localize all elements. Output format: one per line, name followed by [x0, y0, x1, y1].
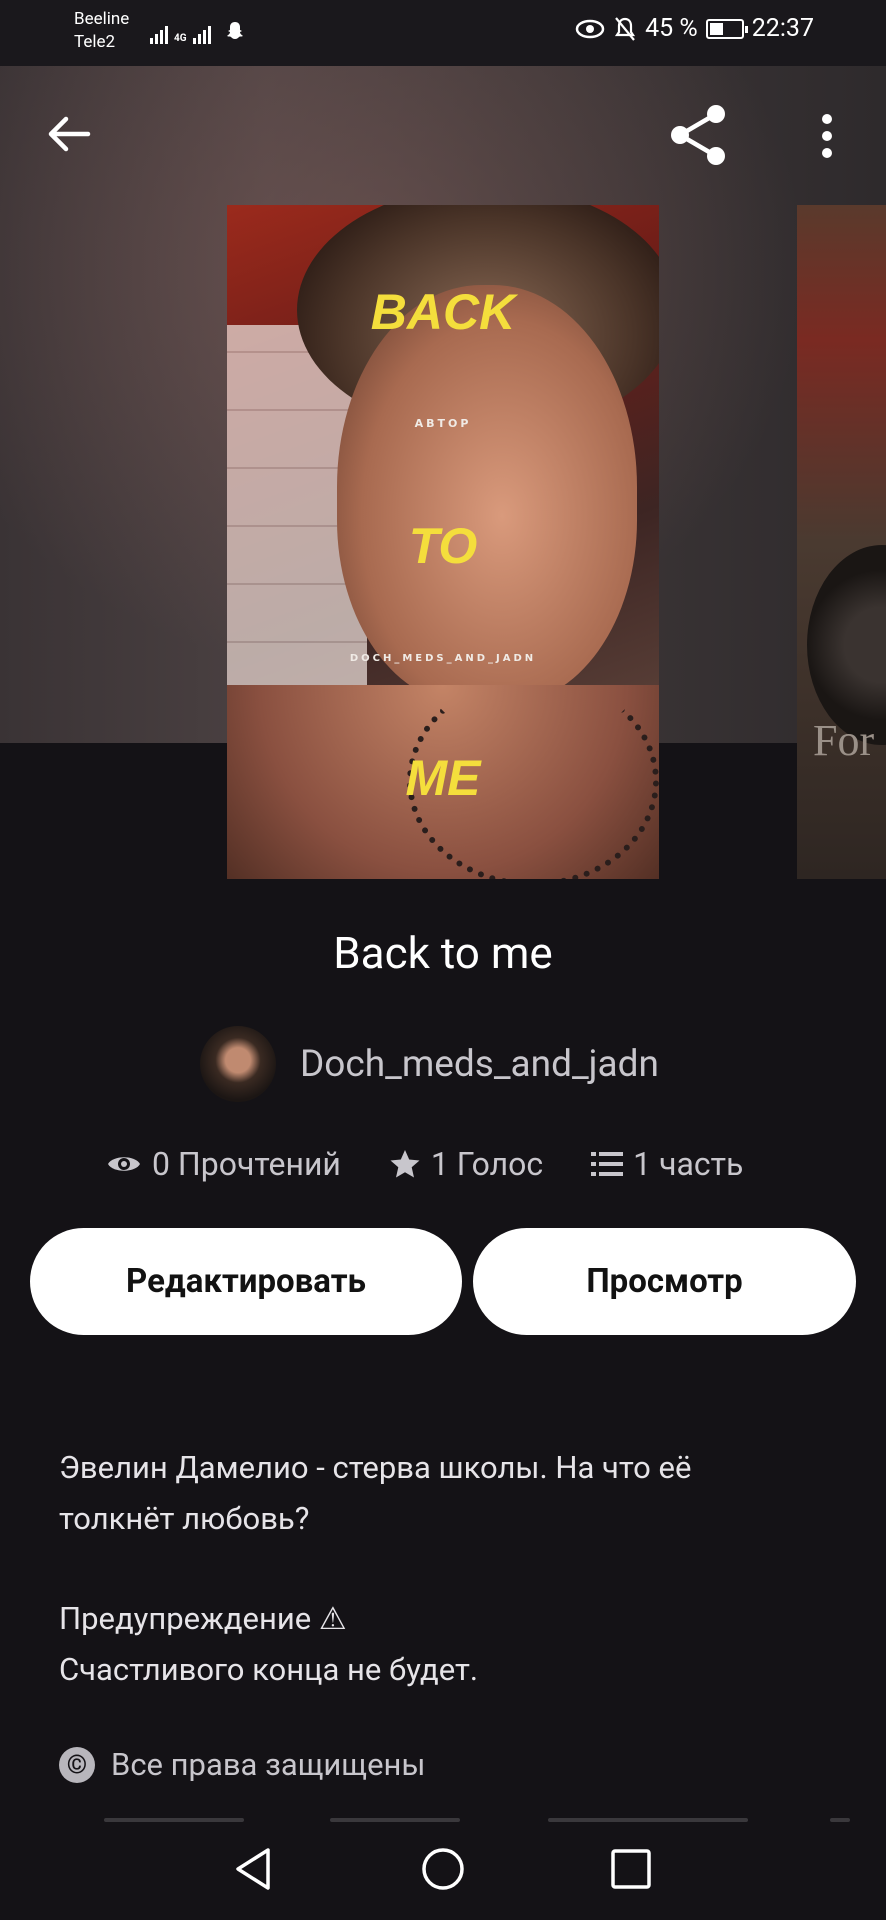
copyright-row: © Все права защищены	[59, 1746, 425, 1783]
next-cover-text: For	[813, 716, 875, 765]
reads-count: 0 Прочтений	[152, 1145, 341, 1183]
network-type: 4G	[174, 33, 187, 44]
battery-level-fill	[709, 22, 724, 35]
copyright-text: Все права защищены	[111, 1746, 426, 1783]
view-button[interactable]: Просмотр	[473, 1228, 856, 1335]
snapchat-icon	[226, 22, 243, 39]
eye-icon	[108, 1157, 140, 1171]
description-line: Счастливого конца не будет.	[59, 1651, 479, 1688]
battery-icon	[705, 18, 748, 39]
status-bar: Beeline Tele2 4G 45 % 22:37	[0, 0, 886, 66]
more-vertical-icon[interactable]	[819, 112, 835, 160]
story-stats: 0 Прочтений 1 Голос 1 часть	[106, 1145, 791, 1183]
signal-indicators: 4G	[150, 20, 247, 44]
status-right: 45 % 22:37	[575, 14, 814, 43]
description-line: толкнёт любовь?	[59, 1500, 310, 1537]
reads-stat: 0 Прочтений	[106, 1145, 341, 1183]
carrier-2: Tele2	[74, 32, 116, 52]
cover-title-line-3: ME	[405, 750, 481, 806]
nav-back-icon[interactable]	[232, 1846, 276, 1892]
nav-recents-icon[interactable]	[610, 1848, 652, 1890]
avatar[interactable]	[200, 1026, 276, 1102]
carrier-1: Beeline	[74, 9, 130, 29]
cover-title-line-2: TO	[408, 518, 478, 574]
story-title: Back to me	[333, 927, 553, 979]
signal-bars-icon	[150, 26, 168, 44]
cover-author-label: АВТОР	[414, 417, 472, 430]
eye-comfort-icon	[575, 19, 605, 38]
nav-home-icon[interactable]	[420, 1846, 466, 1892]
story-cover[interactable]: BACK АВТОР TO DOCH_MEDS_AND_JADN ME	[227, 205, 659, 879]
story-description: Эвелин Дамелио - стерва школы. На что её…	[59, 1442, 839, 1695]
author-name[interactable]: Doch_meds_and_jadn	[300, 1043, 659, 1086]
next-story-cover[interactable]: For	[797, 205, 886, 879]
list-icon	[591, 1152, 624, 1176]
carrier-names: Beeline Tele2	[74, 8, 129, 54]
parts-count: 1 часть	[633, 1145, 744, 1183]
description-line: Предупреждение ⚠	[59, 1600, 347, 1637]
parts-stat: 1 часть	[591, 1145, 743, 1183]
share-icon[interactable]	[668, 104, 730, 166]
edit-button[interactable]: Редактировать	[30, 1228, 462, 1335]
battery-percent: 45 %	[645, 14, 698, 43]
clock: 22:37	[751, 14, 814, 43]
back-arrow-icon[interactable]	[46, 114, 92, 154]
copyright-icon: ©	[59, 1746, 95, 1783]
system-navigation-bar	[0, 1822, 886, 1920]
cover-author-handle: DOCH_MEDS_AND_JADN	[349, 653, 537, 664]
notifications-off-icon	[615, 16, 636, 41]
votes-count: 1 Голос	[430, 1145, 544, 1183]
signal-bars-icon	[192, 26, 211, 44]
star-icon	[390, 1150, 420, 1178]
author-row[interactable]: Doch_meds_and_jadn	[200, 1026, 659, 1102]
description-line: Эвелин Дамелио - стерва школы. На что её	[59, 1449, 692, 1486]
cover-title-line-1: BACK	[370, 284, 516, 340]
votes-stat: 1 Голос	[389, 1145, 543, 1183]
